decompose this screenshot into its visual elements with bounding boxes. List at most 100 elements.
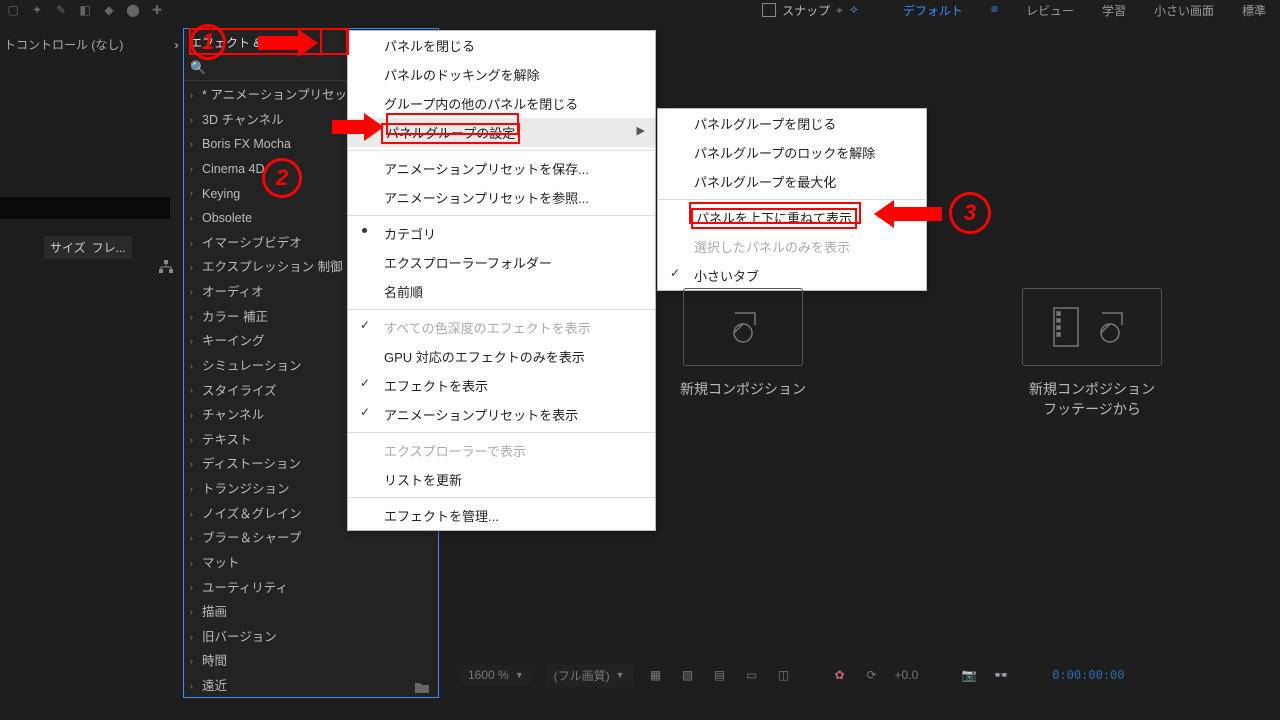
category-label: チャンネル [202, 405, 264, 426]
effect-controls-label: トコントロール (なし) [4, 36, 123, 53]
snap-magnet-icon[interactable]: ⌖ [836, 3, 843, 18]
viewer-icon[interactable]: ▧ [679, 667, 697, 683]
annotation-circle-1: 1 [190, 24, 226, 60]
search-field-dark[interactable] [0, 197, 170, 219]
effects-category-item[interactable]: ›描画 [184, 600, 438, 625]
tool-icon[interactable]: ✚ [148, 2, 166, 18]
tool-icon[interactable]: ◆ [100, 2, 118, 18]
refresh-icon[interactable]: ⟳ [863, 667, 881, 683]
category-label: テキスト [202, 430, 252, 451]
category-label: イマーシブビデオ [202, 233, 302, 254]
viewer-icon[interactable]: ▤ [711, 667, 729, 683]
caret-right-icon: › [190, 285, 198, 300]
new-composition-card[interactable]: 新規コンポジション [680, 288, 806, 400]
check-icon: ✓ [360, 318, 370, 332]
caret-right-icon: › [190, 310, 198, 325]
effects-category-item[interactable]: › 旧バージョン [184, 625, 438, 650]
category-label: * アニメーションプリセッ [202, 85, 347, 106]
caret-right-icon: › [190, 236, 198, 251]
tool-icon[interactable]: ◧ [76, 2, 94, 18]
menu-item[interactable]: パネルを閉じる [348, 31, 655, 60]
category-label: キーイング [202, 331, 265, 352]
workspace-tab-default[interactable]: デフォルト [903, 2, 963, 19]
category-label: Boris FX Mocha [202, 134, 291, 155]
workspace-tab-standard[interactable]: 標準 [1242, 2, 1266, 19]
effects-category-item[interactable]: › 遠近 [184, 674, 438, 699]
tool-icon[interactable]: ✦ [28, 2, 46, 18]
caret-right-icon: › [190, 654, 198, 669]
category-label: 時間 [202, 651, 227, 672]
menu-item[interactable]: パネルのドッキングを解除 [348, 60, 655, 89]
caret-right-icon: › [190, 334, 198, 349]
caret-right-icon: › [190, 88, 198, 103]
caret-right-icon: › [190, 260, 198, 275]
annotation-arrow-3 [874, 200, 942, 228]
annotation-arrow-1 [258, 29, 318, 57]
size-label: サイズ [50, 239, 86, 256]
category-label: 遠近 [202, 676, 227, 697]
caret-right-icon: › [190, 113, 198, 128]
category-label: 3D チャンネル [202, 110, 284, 131]
category-label: ユーティリティ [202, 578, 288, 599]
exposure-value[interactable]: +0.0 [895, 668, 919, 682]
effect-controls-header: トコントロール (なし) ›› [0, 30, 180, 90]
workspace-tabs: デフォルト ≡ レビュー 学習 小さい画面 標準 [903, 2, 1266, 19]
menu-item-label: パネルを閉じる [384, 39, 475, 54]
snap-target-icon[interactable]: ✧ [849, 3, 859, 17]
annotation-circle-3: 3 [949, 192, 991, 234]
caret-right-icon: › [190, 359, 198, 374]
new-comp-from-footage-card[interactable]: 新規コンポジション フッテージから [1022, 288, 1162, 419]
effects-category-item[interactable]: › 時間 [184, 649, 438, 674]
collapse-chevrons-icon[interactable]: ›› [174, 38, 176, 52]
category-label: 旧バージョン [202, 627, 277, 648]
resolution-dropdown[interactable]: (フル画質)▼ [546, 664, 633, 687]
category-label: スタイライズ [202, 381, 277, 402]
color-mgmt-icon[interactable]: ✿ [831, 667, 849, 683]
category-label: シミュレーション [202, 356, 302, 377]
zoom-dropdown[interactable]: 1600 %▼ [460, 665, 532, 685]
tool-icon[interactable]: ⬤ [124, 2, 142, 18]
category-label: ブラー＆シャープ [202, 528, 301, 549]
panel-new-bin-icon[interactable] [410, 677, 434, 697]
show-snapshot-icon[interactable]: 👓 [992, 667, 1010, 683]
viewer-icon[interactable]: ▦ [647, 667, 665, 683]
annotation-circle-2: 2 [262, 158, 302, 198]
category-label: Obsolete [202, 208, 252, 229]
category-label: オーディオ [202, 282, 264, 303]
hierarchy-icon[interactable] [158, 260, 174, 277]
workspace-tab-small[interactable]: 小さい画面 [1154, 2, 1214, 19]
caret-right-icon: › [190, 457, 198, 472]
caret-right-icon: › [190, 531, 198, 546]
new-comp-footage-icon [1022, 288, 1162, 366]
workspace-tab-learn[interactable]: 学習 [1102, 2, 1126, 19]
caret-right-icon: › [190, 556, 198, 571]
workspace-menu-icon[interactable]: ≡ [991, 2, 998, 19]
caret-right-icon: › [190, 383, 198, 398]
snap-checkbox[interactable] [762, 3, 776, 17]
category-label: トランジション [202, 479, 290, 500]
caret-right-icon: › [190, 679, 198, 694]
annotation-box-3 [689, 202, 861, 224]
viewer-icon[interactable]: ▭ [743, 667, 761, 683]
tool-icon[interactable]: ▢ [4, 2, 22, 18]
viewer-icon[interactable]: ◫ [775, 667, 793, 683]
category-label: マット [202, 553, 240, 574]
tool-icon[interactable]: ✎ [52, 2, 70, 18]
composition-viewer: 新規コンポジション 新規コンポジション フッテージから [440, 90, 1278, 680]
timecode-display[interactable]: 0:00:00:00 [1052, 668, 1124, 682]
workspace-tab-review[interactable]: レビュー [1026, 2, 1074, 19]
category-label: 描画 [202, 602, 227, 623]
caret-right-icon: › [190, 630, 198, 645]
bullet-icon [362, 228, 367, 233]
category-label: カラー 補正 [202, 307, 268, 328]
search-icon[interactable]: 🔍 [190, 60, 206, 76]
snapshot-icon[interactable]: 📷 [960, 667, 978, 683]
frame-label: フレ... [92, 239, 126, 256]
effects-category-item[interactable]: ›ユーティリティ [184, 576, 438, 601]
new-comp-footage-label: 新規コンポジション フッテージから [1029, 380, 1155, 419]
effects-category-item[interactable]: › マット [184, 551, 438, 576]
caret-right-icon: › [190, 408, 198, 423]
new-comp-label: 新規コンポジション [680, 380, 806, 400]
caret-right-icon: › [190, 433, 198, 448]
caret-right-icon: › [190, 482, 198, 497]
